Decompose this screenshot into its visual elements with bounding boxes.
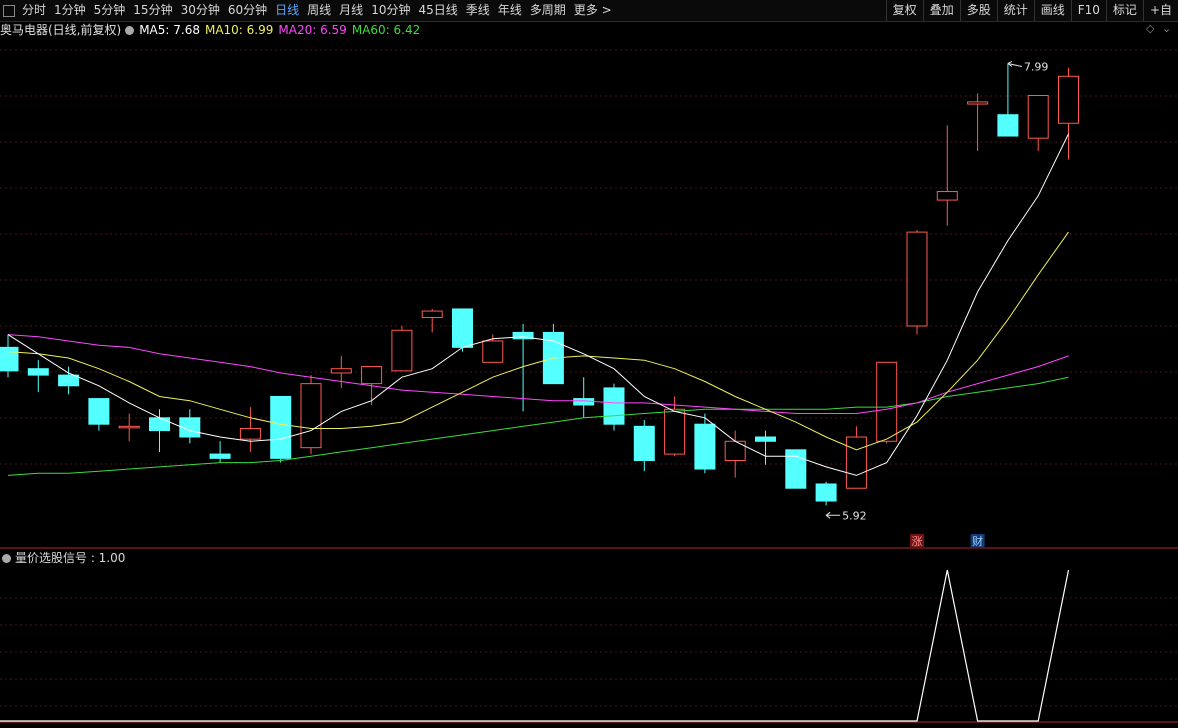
candle-body bbox=[755, 436, 776, 442]
low-arrow bbox=[825, 511, 841, 519]
candle-body bbox=[785, 449, 807, 489]
candle-body bbox=[633, 425, 655, 461]
candle-body bbox=[694, 423, 716, 470]
ma20-line bbox=[7, 334, 1069, 414]
candle-body bbox=[270, 395, 292, 459]
candle-body bbox=[391, 329, 413, 372]
candle-body bbox=[845, 436, 867, 489]
low-label: 5.92 bbox=[842, 509, 867, 522]
candle-body bbox=[452, 308, 473, 348]
candle-body bbox=[724, 440, 746, 461]
candle-body bbox=[239, 427, 261, 440]
candle-body bbox=[1058, 75, 1079, 124]
candle-body bbox=[330, 368, 352, 374]
event-marker-label: 财 bbox=[972, 534, 983, 548]
candle-body bbox=[1027, 94, 1049, 139]
high-label: 7.99 bbox=[1024, 60, 1049, 73]
candle-body bbox=[149, 417, 170, 432]
candle-body bbox=[664, 408, 686, 455]
candle-body bbox=[573, 398, 595, 406]
candle-body bbox=[815, 483, 837, 502]
candle-body bbox=[936, 191, 958, 201]
candle-body bbox=[997, 114, 1019, 137]
candle-body bbox=[906, 231, 928, 327]
candle-body bbox=[118, 425, 140, 429]
candle-body bbox=[88, 398, 110, 425]
candle-body bbox=[482, 340, 504, 363]
signal-info-bar: 量价选股信号 : 1.00 bbox=[0, 549, 125, 567]
high-arrow bbox=[1007, 61, 1023, 67]
candle-body bbox=[361, 366, 383, 385]
signal-line bbox=[0, 569, 1070, 722]
signal-label: 量价选股信号 : 1.00 bbox=[15, 551, 126, 565]
candle-body bbox=[209, 453, 231, 459]
candle-body bbox=[967, 101, 989, 105]
candle-body bbox=[300, 383, 322, 449]
signal-settings-dot-icon[interactable] bbox=[2, 554, 11, 563]
event-marker-label: 涨 bbox=[912, 535, 923, 548]
kline-chart[interactable]: 7.99 5.92 涨 财 bbox=[0, 0, 1178, 728]
candle-body bbox=[876, 361, 898, 442]
candle-body bbox=[58, 374, 80, 387]
candle-body bbox=[27, 368, 49, 376]
candle-body bbox=[603, 387, 625, 425]
candle-body bbox=[0, 346, 19, 372]
candle-body bbox=[421, 310, 443, 318]
